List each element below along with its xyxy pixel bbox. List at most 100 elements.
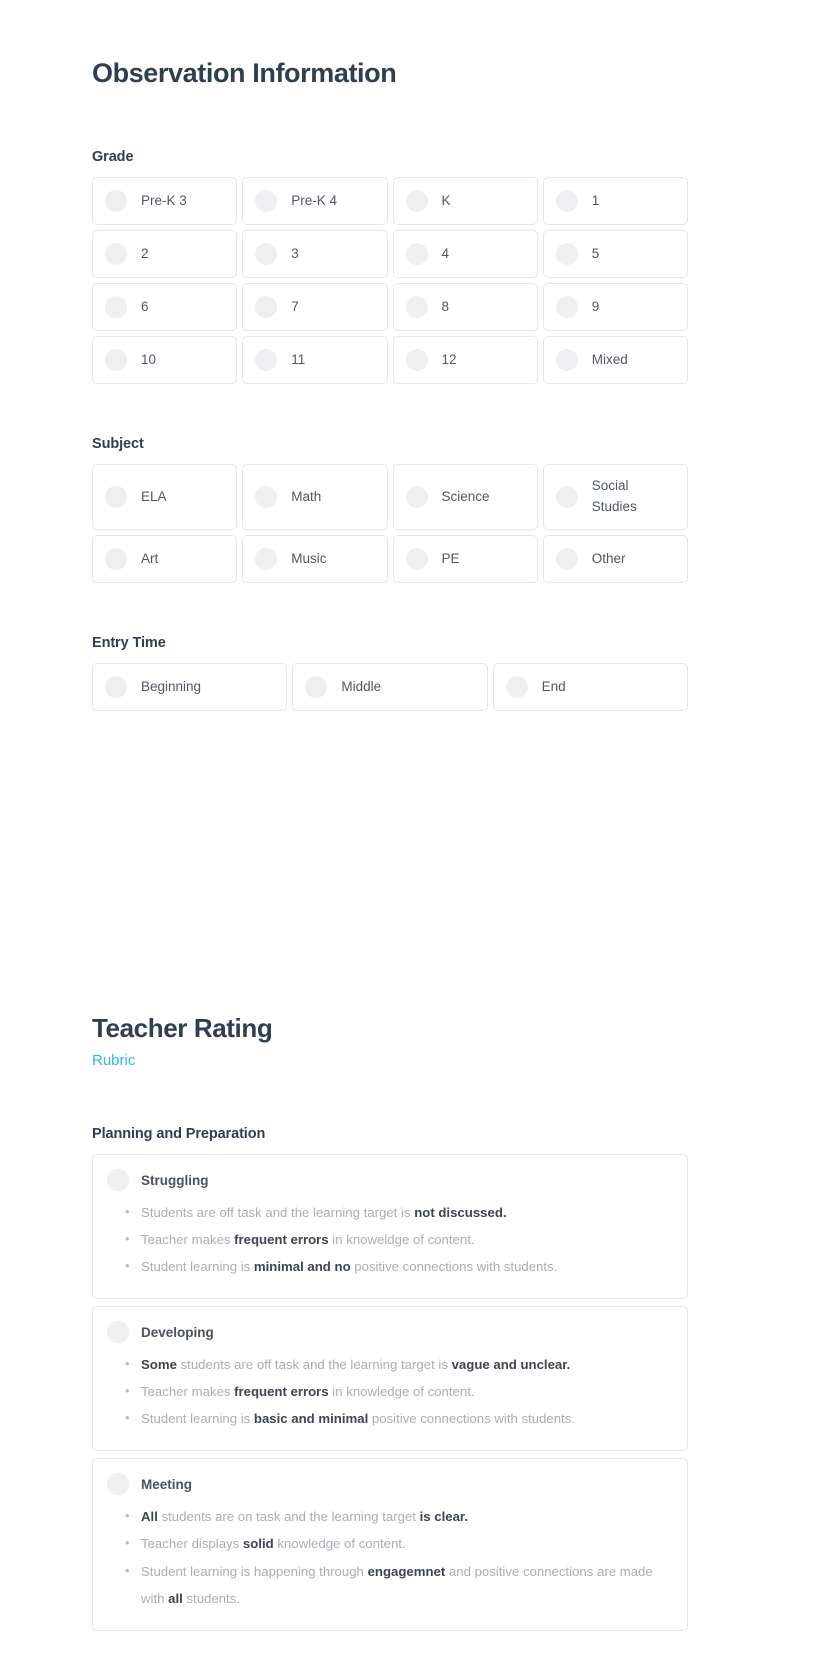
planning-preparation-label: Planning and Preparation bbox=[92, 1126, 266, 1142]
grade-option-label: 11 bbox=[291, 351, 306, 367]
radio-circle-icon[interactable] bbox=[107, 1169, 129, 1191]
subject-option-grid: ELA Math Science Social Studies Art Music PE Ot… bbox=[92, 464, 688, 583]
radio-circle-icon[interactable] bbox=[555, 349, 578, 371]
subject-option[interactable]: Music bbox=[242, 535, 388, 583]
grade-option[interactable]: Pre-K 3 bbox=[92, 177, 238, 225]
radio-circle-icon[interactable] bbox=[105, 676, 127, 698]
rubric-level-card[interactable]: Struggling Students are off task and the … bbox=[92, 1154, 688, 1300]
entry-time-option[interactable]: End bbox=[492, 663, 688, 711]
radio-circle-icon[interactable] bbox=[405, 296, 428, 318]
rubric-criteria-list: Some students are off task and the learn… bbox=[107, 1351, 671, 1432]
subject-option[interactable]: Math bbox=[242, 464, 388, 530]
radio-circle-icon[interactable] bbox=[105, 243, 127, 265]
grade-option[interactable]: 9 bbox=[542, 283, 688, 331]
radio-circle-icon[interactable] bbox=[405, 243, 428, 265]
rubric-level-header[interactable]: Meeting bbox=[107, 1473, 671, 1496]
grade-option[interactable]: Mixed bbox=[542, 336, 688, 384]
grade-option[interactable]: K bbox=[392, 177, 538, 225]
subject-section: Subject ELA Math Science Social Studies Art M… bbox=[92, 436, 688, 583]
grade-option-label: 8 bbox=[441, 298, 450, 314]
rubric-criterion: Student learning is happening through en… bbox=[125, 1558, 671, 1612]
radio-circle-icon[interactable] bbox=[405, 486, 428, 508]
grade-option[interactable]: 2 bbox=[92, 230, 238, 278]
subject-option-label: ELA bbox=[141, 488, 167, 504]
radio-circle-icon[interactable] bbox=[305, 676, 328, 698]
radio-circle-icon[interactable] bbox=[555, 486, 578, 508]
rubric-criteria-list: Students are off task and the learning t… bbox=[107, 1199, 671, 1280]
subject-option[interactable]: Social Studies bbox=[542, 464, 688, 530]
radio-circle-icon[interactable] bbox=[505, 676, 528, 698]
subject-option[interactable]: Other bbox=[542, 535, 688, 583]
grade-option-label: 3 bbox=[291, 245, 299, 261]
rubric-level-card[interactable]: Developing Some students are off task and… bbox=[92, 1306, 688, 1452]
grade-option-label: K bbox=[441, 192, 451, 208]
grade-option[interactable]: 12 bbox=[392, 336, 538, 384]
grade-option[interactable]: 10 bbox=[92, 336, 238, 384]
rubric-level-card[interactable]: Meeting All students are on task and the … bbox=[92, 1458, 688, 1631]
rubric-link[interactable]: Rubric bbox=[92, 1052, 135, 1069]
rubric-criterion: Students are off task and the learning t… bbox=[125, 1199, 671, 1226]
radio-circle-icon[interactable] bbox=[555, 296, 578, 318]
grade-option[interactable]: 6 bbox=[92, 283, 238, 331]
observation-form-page: Observation Information Grade Pre-K 3 Pre… bbox=[0, 0, 840, 1680]
grade-option[interactable]: 8 bbox=[392, 283, 538, 331]
subject-option-label: Other bbox=[591, 550, 626, 566]
grade-option[interactable]: Pre-K 4 bbox=[242, 177, 388, 225]
grade-option-label: Pre-K 4 bbox=[291, 192, 338, 208]
grade-option[interactable]: 7 bbox=[242, 283, 388, 331]
rubric-criterion: Some students are off task and the learn… bbox=[125, 1351, 671, 1378]
radio-circle-icon[interactable] bbox=[555, 190, 578, 212]
radio-circle-icon[interactable] bbox=[107, 1321, 129, 1344]
teacher-rating-title: Teacher Rating bbox=[92, 1013, 273, 1043]
rubric-criterion: Teacher displays solid knowledge of cont… bbox=[125, 1530, 671, 1557]
subject-option-label: Social Studies bbox=[591, 478, 637, 514]
subject-option[interactable]: Science bbox=[392, 464, 538, 530]
radio-circle-icon[interactable] bbox=[405, 548, 428, 570]
radio-circle-icon[interactable] bbox=[107, 1473, 129, 1496]
entry-time-option[interactable]: Beginning bbox=[92, 663, 288, 711]
subject-option[interactable]: ELA bbox=[92, 464, 238, 530]
entry-time-option-label: Beginning bbox=[141, 678, 202, 694]
subject-label: Subject bbox=[92, 436, 144, 452]
subject-option-label: Music bbox=[291, 550, 327, 566]
radio-circle-icon[interactable] bbox=[555, 548, 578, 570]
grade-option[interactable]: 5 bbox=[542, 230, 688, 278]
subject-option[interactable]: PE bbox=[392, 535, 538, 583]
radio-circle-icon[interactable] bbox=[255, 548, 278, 570]
rubric-criteria-list: All students are on task and the learnin… bbox=[107, 1503, 671, 1611]
grade-option[interactable]: 4 bbox=[392, 230, 538, 278]
rubric-level-name: Developing bbox=[141, 1324, 214, 1340]
radio-circle-icon[interactable] bbox=[255, 243, 278, 265]
subject-option-label: PE bbox=[441, 550, 460, 566]
radio-circle-icon[interactable] bbox=[255, 486, 278, 508]
rubric-criterion: All students are on task and the learnin… bbox=[125, 1503, 671, 1530]
entry-time-option-grid: Beginning Middle End bbox=[92, 663, 688, 711]
radio-circle-icon[interactable] bbox=[105, 296, 127, 318]
grade-section: Grade Pre-K 3 Pre-K 4 K 1 2 3 4 5 6 7 8 9 10 11 12 Mixe… bbox=[92, 149, 688, 384]
grade-option[interactable]: 1 bbox=[542, 177, 688, 225]
subject-option[interactable]: Art bbox=[92, 535, 238, 583]
rubric-level-name: Meeting bbox=[141, 1476, 193, 1492]
radio-circle-icon[interactable] bbox=[105, 190, 127, 212]
rubric-level-name: Struggling bbox=[141, 1172, 209, 1188]
rubric-level-header[interactable]: Struggling bbox=[107, 1169, 671, 1191]
grade-option-label: Mixed bbox=[591, 351, 628, 367]
rubric-level-header[interactable]: Developing bbox=[107, 1321, 671, 1344]
entry-time-option[interactable]: Middle bbox=[292, 663, 488, 711]
radio-circle-icon[interactable] bbox=[105, 548, 127, 570]
planning-preparation-group: Planning and Preparation Struggling Stude… bbox=[92, 1126, 688, 1631]
radio-circle-icon[interactable] bbox=[105, 349, 127, 371]
entry-time-section: Entry Time Beginning Middle End bbox=[92, 635, 688, 711]
radio-circle-icon[interactable] bbox=[405, 349, 428, 371]
radio-circle-icon[interactable] bbox=[255, 349, 278, 371]
rubric-criterion: Teacher makes frequent errors in knowled… bbox=[125, 1378, 671, 1405]
rubric-criterion: Student learning is basic and minimal po… bbox=[125, 1405, 671, 1432]
radio-circle-icon[interactable] bbox=[255, 190, 278, 212]
radio-circle-icon[interactable] bbox=[255, 296, 278, 318]
radio-circle-icon[interactable] bbox=[555, 243, 578, 265]
radio-circle-icon[interactable] bbox=[105, 486, 127, 508]
rubric-level-list: Struggling Students are off task and the … bbox=[92, 1154, 688, 1631]
radio-circle-icon[interactable] bbox=[405, 190, 428, 212]
grade-option[interactable]: 3 bbox=[242, 230, 388, 278]
grade-option[interactable]: 11 bbox=[242, 336, 388, 384]
